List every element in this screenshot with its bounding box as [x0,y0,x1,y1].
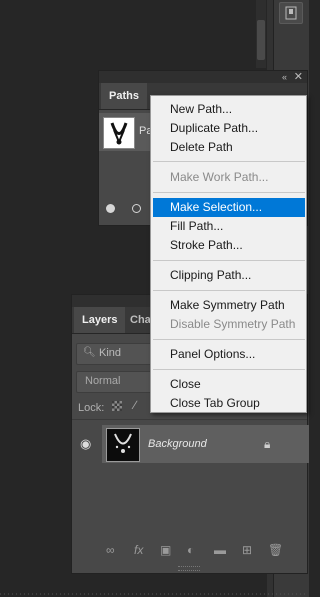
menu-item-make-symmetry-path[interactable]: Make Symmetry Path [153,296,305,315]
panel-toggle-button[interactable] [279,2,303,24]
scrollbar-thumb[interactable] [257,20,265,60]
add-mask-icon[interactable]: ▣ [160,543,171,557]
new-layer-icon[interactable]: ⊞ [242,543,252,557]
kind-filter-select[interactable]: 🔍︎ Kind [76,343,152,365]
menu-item-duplicate-path[interactable]: Duplicate Path... [153,119,305,138]
layer-lock-icon[interactable]: 🔒︎ [264,437,270,452]
paths-panel-menu: New Path... Duplicate Path... Delete Pat… [150,95,307,413]
trash-icon[interactable]: 🗑︎ [268,543,283,557]
menu-item-delete-path[interactable]: Delete Path [153,138,305,157]
tab-paths[interactable]: Paths [101,83,147,109]
layers-footer: ∞ fx ▣ ◐ ▬ ⊞ 🗑︎ [72,539,307,563]
adjustment-layer-icon[interactable]: ◐ [187,543,194,557]
dotted-divider [0,593,308,595]
menu-item-make-selection[interactable]: Make Selection... [153,198,305,217]
close-panel-icon[interactable]: ✕ [294,70,303,83]
menu-item-fill-path[interactable]: Fill Path... [153,217,305,236]
menu-separator [153,369,305,370]
layer-thumbnail [106,428,140,462]
menu-item-new-path[interactable]: New Path... [153,100,305,119]
collapse-panel-icon[interactable]: « [282,72,287,82]
path-thumbnail [103,117,135,149]
panel-resize-grip[interactable] [178,566,200,571]
menu-item-clipping-path[interactable]: Clipping Path... [153,266,305,285]
blend-mode-select[interactable]: Normal [76,371,152,393]
menu-item-close-tab-group[interactable]: Close Tab Group [153,394,305,413]
menu-separator [153,260,305,261]
tab-layers[interactable]: Layers [74,307,126,333]
menu-item-stroke-path[interactable]: Stroke Path... [153,236,305,255]
kind-filter-label: Kind [99,347,122,359]
canvas-vertical-scrollbar[interactable] [256,0,266,68]
panel-icon [285,6,297,20]
menu-separator [153,192,305,193]
search-icon: 🔍︎ [83,347,96,358]
necklace-path-icon [110,122,128,145]
menu-separator [153,339,305,340]
stroke-path-icon[interactable] [132,204,141,213]
new-group-icon[interactable]: ▬ [214,543,226,557]
menu-item-make-work-path: Make Work Path... [170,170,269,184]
necklace-thumbnail-icon [114,433,132,453]
lock-image-pixels-icon[interactable]: ∕ [134,398,136,412]
visibility-eye-icon[interactable]: ◉ [80,436,91,452]
blend-mode-value: Normal [85,375,121,387]
menu-item-close[interactable]: Close [153,375,305,394]
menu-item-panel-options[interactable]: Panel Options... [153,345,305,364]
link-layers-icon[interactable]: ∞ [106,543,115,557]
lock-label: Lock: [78,402,105,414]
menu-item-disable-symmetry-path: Disable Symmetry Path [170,317,296,331]
lock-transparent-pixels-icon[interactable] [112,401,122,411]
menu-separator [153,161,305,162]
divider [72,419,307,420]
menu-separator [153,290,305,291]
fill-path-icon[interactable] [106,204,115,213]
fx-icon[interactable]: fx [134,543,143,557]
panel-title-bar[interactable]: « ✕ [99,71,307,83]
layer-name: Background [148,438,207,450]
